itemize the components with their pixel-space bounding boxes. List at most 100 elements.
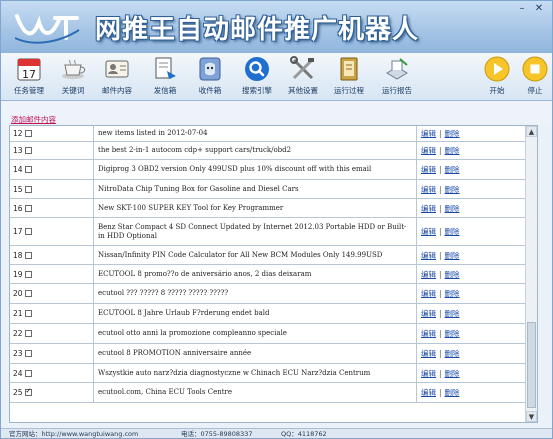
toolbar-inbox-button[interactable]: 收件箱	[186, 55, 234, 99]
delete-link[interactable]: 删除	[445, 145, 460, 156]
row-checkbox[interactable]	[24, 270, 32, 278]
edit-link[interactable]: 编辑	[421, 348, 436, 359]
mail-subject: ECUTOOL 8 Jahre Urlaub F?rderung endet b…	[94, 304, 417, 323]
action-separator: |	[439, 227, 442, 236]
row-checkbox[interactable]	[24, 228, 32, 235]
row-checkbox[interactable]	[24, 369, 32, 377]
delete-link[interactable]: 删除	[445, 128, 460, 139]
row-checkbox[interactable]	[24, 387, 32, 396]
scrollbar-thumb[interactable]	[527, 322, 536, 408]
close-button[interactable]: ✕	[532, 4, 546, 14]
row-actions: 编辑 | 删除	[417, 246, 537, 264]
teacup-icon	[62, 59, 86, 79]
edit-link[interactable]: 编辑	[421, 128, 436, 139]
app-window: 网推王自动邮件推广机器人 – ✕ 17 任务管理 关键词 邮件内容 发信箱 收件…	[0, 0, 553, 439]
table-row: 18 Nissan/Infinity PIN Code Calculator fo…	[10, 246, 537, 265]
delete-link[interactable]: 删除	[445, 368, 460, 379]
edit-link[interactable]: 编辑	[421, 368, 436, 379]
delete-link[interactable]: 删除	[445, 288, 460, 299]
delete-link[interactable]: 删除	[445, 328, 460, 339]
toolbar-other-settings-button[interactable]: 其他设置	[279, 55, 327, 99]
table-row: 19 ECUTOOL 8 promo??o de aniversário anos…	[10, 265, 537, 284]
row-number: 13	[13, 146, 23, 155]
status-phone: 电话：0755-89808337	[181, 430, 253, 438]
edit-link[interactable]: 编辑	[421, 308, 436, 319]
edit-link[interactable]: 编辑	[421, 184, 436, 195]
row-checkbox[interactable]	[24, 350, 32, 357]
toolbar-run-process-button[interactable]: 运行过程	[325, 55, 373, 99]
toolbar-mail-content-button[interactable]: 邮件内容	[93, 55, 141, 99]
row-checkbox[interactable]	[24, 166, 32, 173]
row-checkbox[interactable]	[24, 251, 32, 259]
table-row: 16 New SKT-100 SUPER KEY Tool for Key Pro…	[10, 199, 537, 218]
row-actions: 编辑 | 删除	[417, 304, 537, 323]
row-checkbox[interactable]	[24, 204, 32, 212]
tools-icon	[290, 56, 314, 80]
action-separator: |	[439, 165, 442, 174]
toolbar-search-engine-button[interactable]: 搜索引擎	[233, 55, 281, 99]
delete-link[interactable]: 删除	[445, 226, 460, 237]
row-actions: 编辑 | 删除	[417, 265, 537, 283]
app-logo-icon	[14, 14, 80, 44]
delete-link[interactable]: 删除	[445, 203, 460, 214]
stop-button[interactable]: 停止	[511, 55, 552, 99]
table-row: 23 ecutool 8 PROMOTION anniversaire année…	[10, 344, 537, 364]
edit-link[interactable]: 编辑	[421, 164, 436, 175]
scroll-down-icon[interactable]: ▼	[526, 411, 537, 422]
add-mail-content-link[interactable]: 添加邮件内容	[11, 114, 56, 125]
edit-link[interactable]: 编辑	[421, 203, 436, 214]
table-row: 20 ecutool ??? ????? 8 ????? ????? ????? 编…	[10, 284, 537, 304]
toolbar-task-manager-button[interactable]: 17 任务管理	[5, 55, 53, 99]
action-separator: |	[439, 203, 442, 213]
delete-link[interactable]: 删除	[445, 250, 460, 261]
mail-subject: Benz Star Compact 4 SD Connect Updated b…	[94, 218, 417, 245]
table-row: 25ecutool.com, China ECU Tools Centre编辑|…	[10, 383, 537, 403]
row-checkbox[interactable]	[24, 290, 32, 297]
row-number: 21	[13, 309, 23, 318]
row-number: 22	[13, 329, 23, 338]
edit-link[interactable]: 编辑	[421, 288, 436, 299]
row-number-cell: 20	[10, 284, 94, 303]
row-checkbox[interactable]	[24, 330, 32, 337]
row-checkbox[interactable]	[24, 185, 32, 193]
contact-card-icon	[105, 60, 129, 78]
delete-link[interactable]: 删除	[445, 348, 460, 359]
edit-link[interactable]: 编辑	[421, 226, 436, 237]
toolbar-outbox-button[interactable]: 发信箱	[141, 55, 189, 99]
outbox-icon	[155, 57, 176, 79]
row-number: 20	[13, 289, 23, 298]
row-actions: 编辑 | 删除	[417, 364, 537, 382]
toolbar-run-report-button[interactable]: 运行报告	[373, 55, 421, 99]
play-icon	[484, 56, 510, 82]
vertical-scrollbar[interactable]: ▲ ▼	[525, 126, 537, 422]
delete-link[interactable]: 删除	[445, 387, 460, 398]
row-number-cell: 14	[10, 160, 94, 179]
row-number-cell: 16	[10, 199, 94, 217]
toolbar-label: 任务管理	[14, 86, 44, 95]
edit-link[interactable]: 编辑	[421, 328, 436, 339]
edit-link[interactable]: 编辑	[421, 145, 436, 156]
link-bar: 添加邮件内容	[1, 101, 552, 125]
row-checkbox[interactable]	[24, 147, 32, 154]
scroll-up-icon[interactable]: ▲	[526, 126, 537, 137]
row-number-cell: 17	[10, 218, 94, 245]
edit-link[interactable]: 编辑	[421, 269, 436, 280]
edit-link[interactable]: 编辑	[421, 250, 436, 261]
minimize-button[interactable]: –	[515, 4, 529, 14]
delete-link[interactable]: 删除	[445, 308, 460, 319]
search-icon	[245, 57, 269, 81]
toolbar-label: 关键词	[61, 86, 85, 95]
row-number-cell: 13	[10, 142, 94, 159]
toolbar-keywords-button[interactable]: 关键词	[49, 55, 97, 99]
mail-subject: ecutool ??? ????? 8 ????? ????? ?????	[94, 284, 417, 303]
delete-link[interactable]: 删除	[445, 184, 460, 195]
row-checkbox[interactable]	[24, 130, 32, 137]
edit-link[interactable]: 编辑	[421, 387, 436, 398]
action-separator: |	[439, 184, 442, 194]
row-actions: 编辑 | 删除	[417, 142, 537, 159]
action-separator: |	[439, 329, 442, 338]
row-checkbox[interactable]	[24, 310, 32, 317]
delete-link[interactable]: 删除	[445, 164, 460, 175]
delete-link[interactable]: 删除	[445, 269, 460, 280]
row-number: 19	[13, 269, 23, 279]
